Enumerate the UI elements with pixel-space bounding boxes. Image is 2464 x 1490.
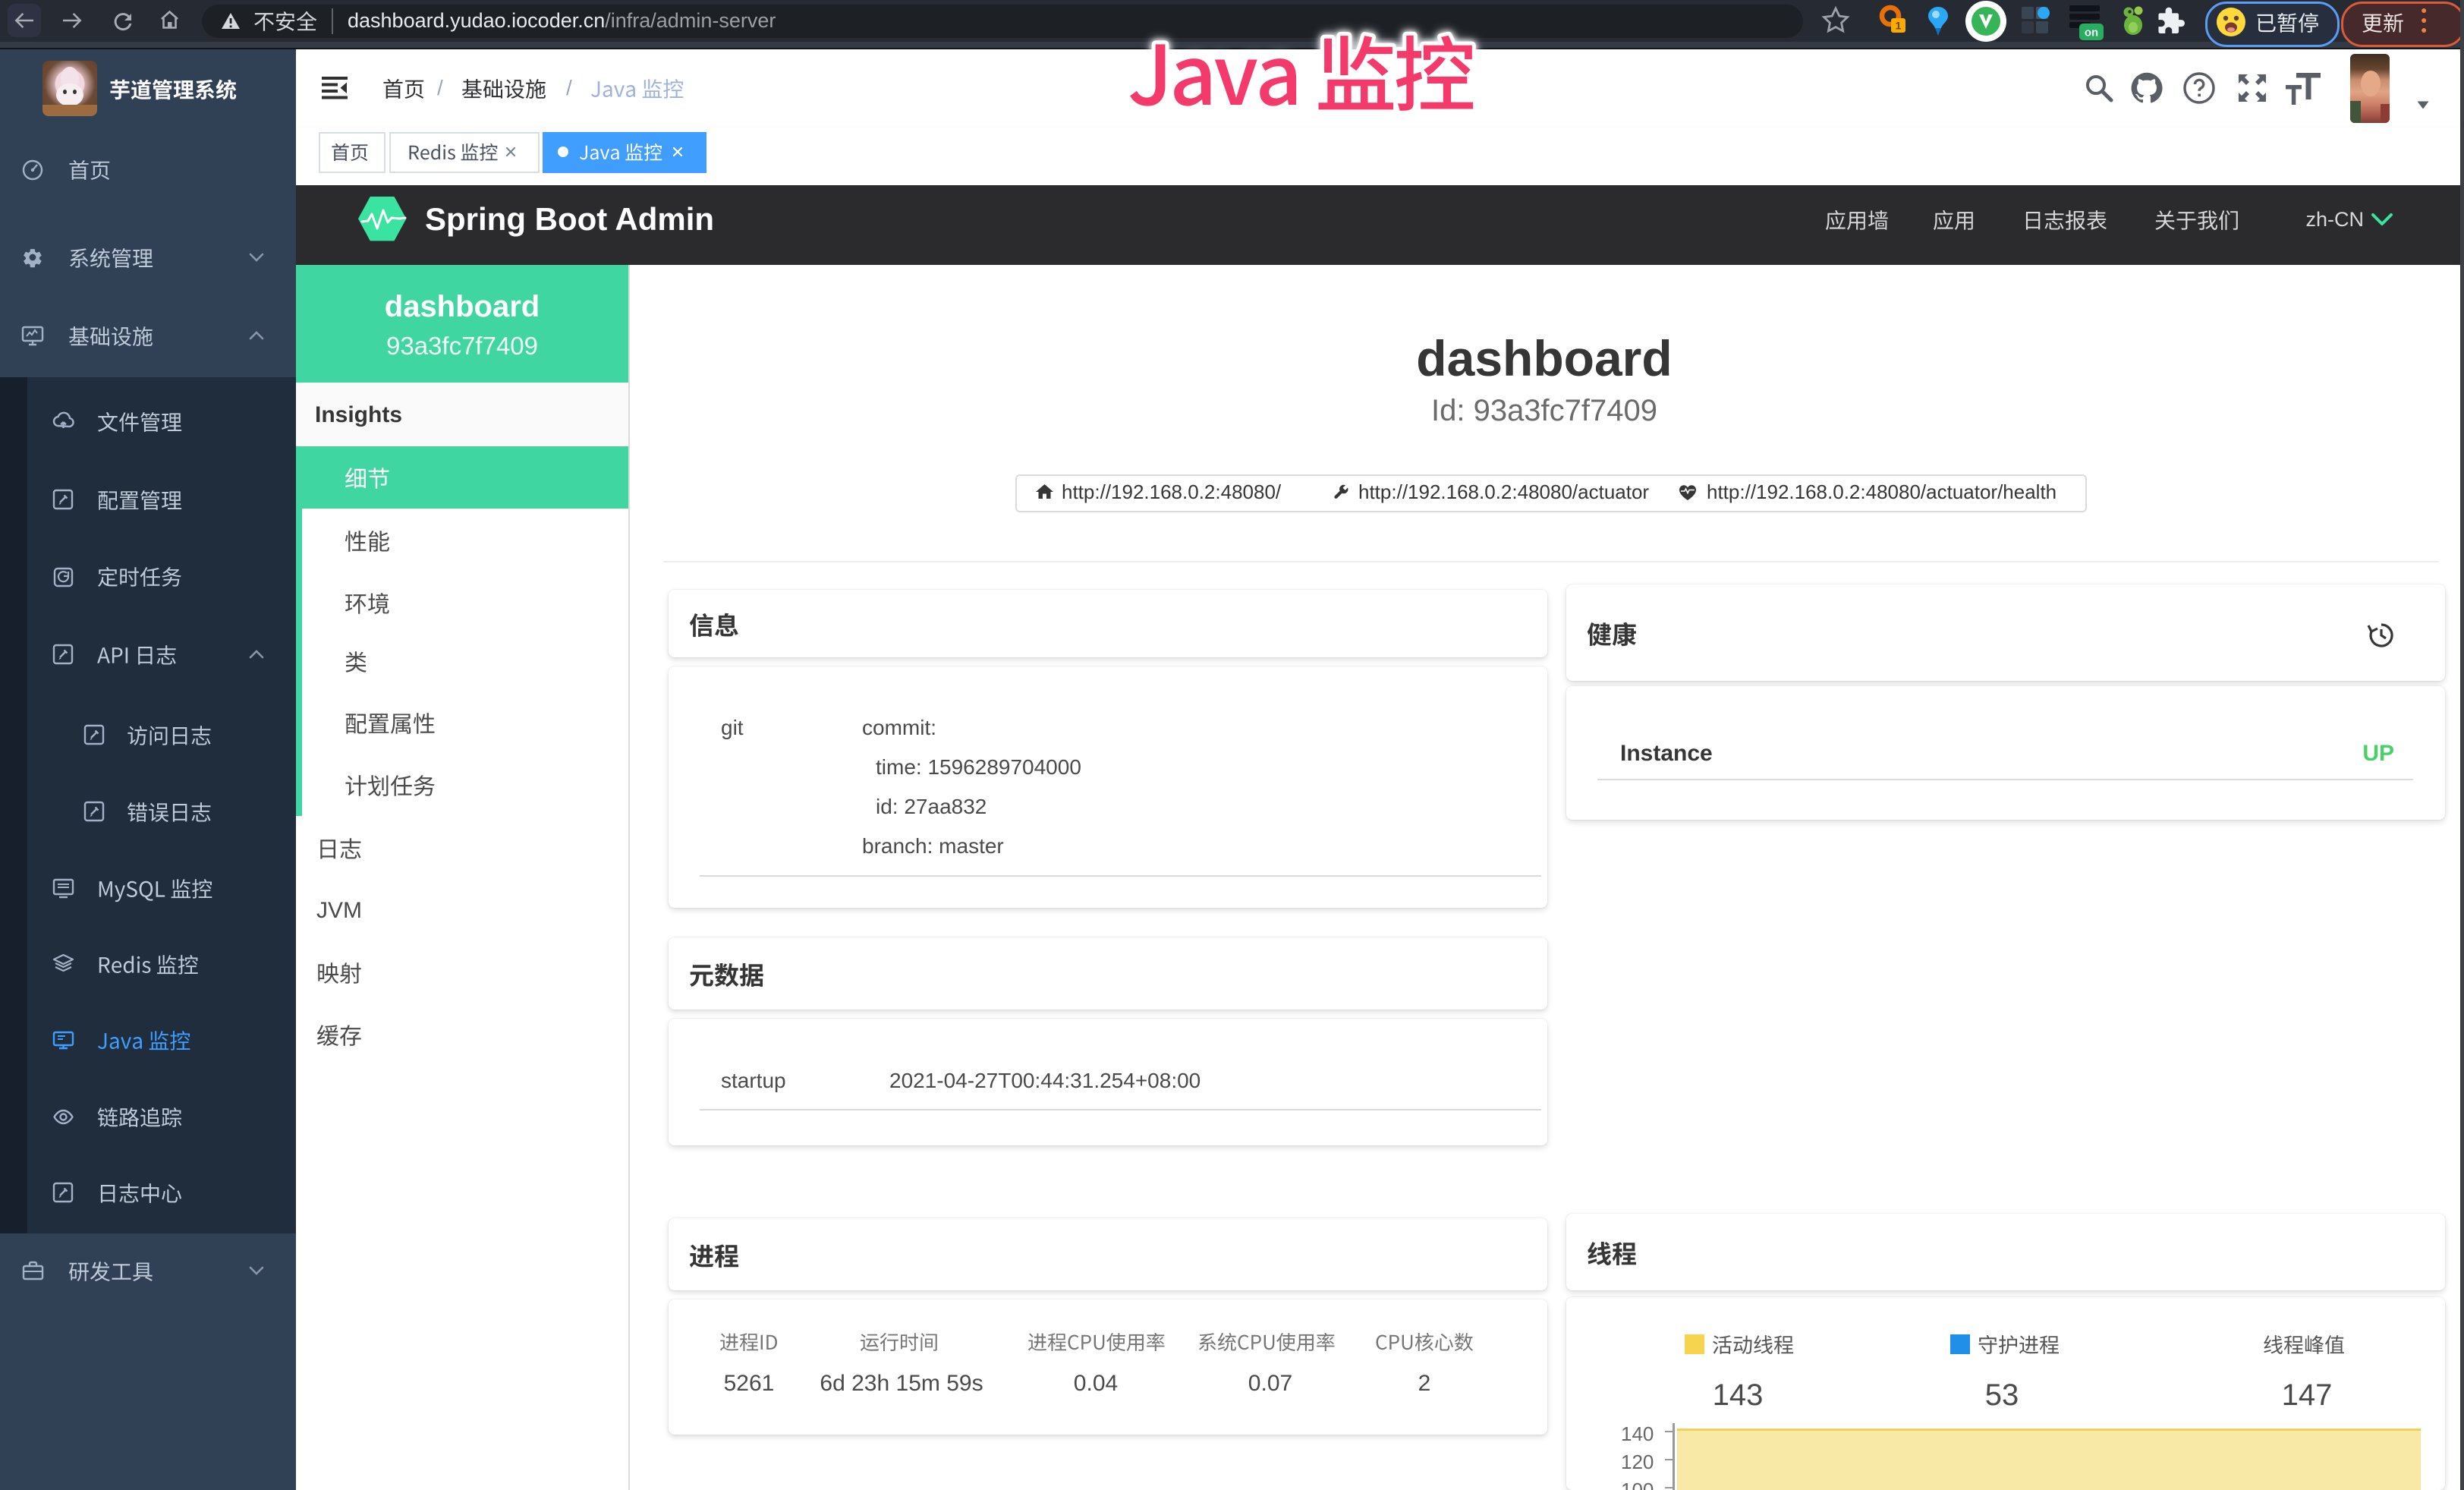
svg-text:1: 1 — [1896, 20, 1902, 32]
svg-text:on: on — [2085, 27, 2098, 39]
